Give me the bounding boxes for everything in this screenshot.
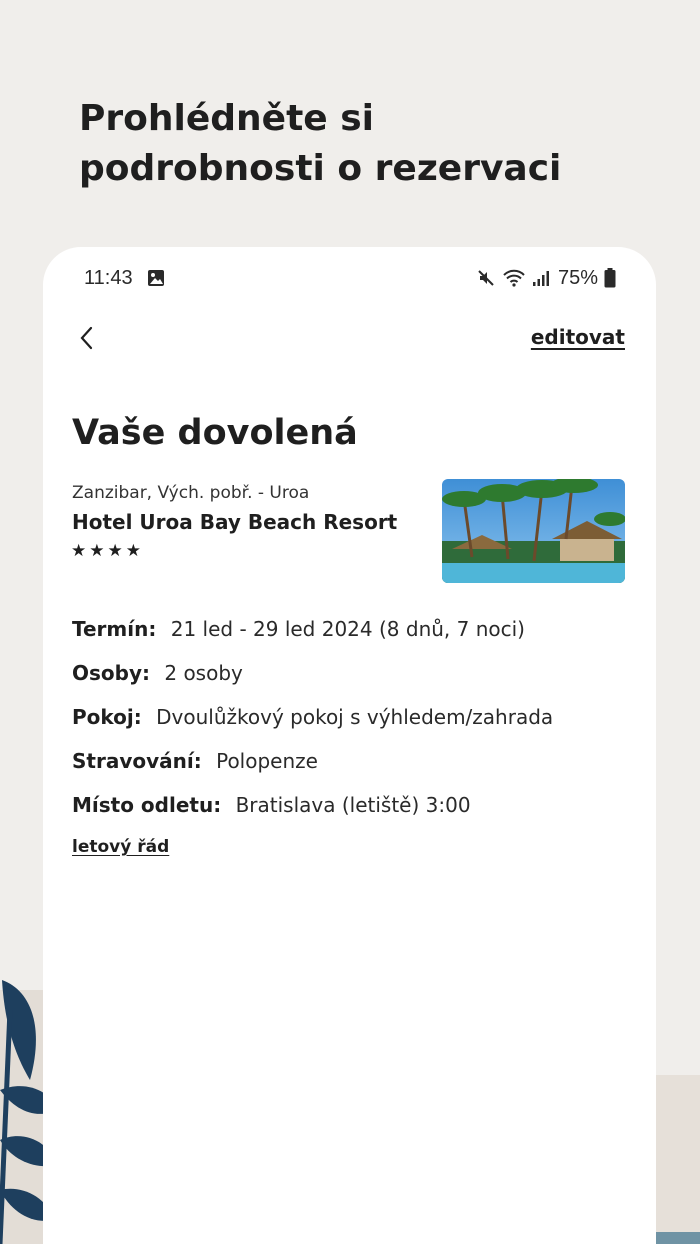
booking-details: Termín: 21 led - 29 led 2024 (8 dnů, 7 n… (72, 617, 632, 837)
detail-persons-value: 2 osoby (164, 661, 243, 685)
detail-term: Termín: 21 led - 29 led 2024 (8 dnů, 7 n… (72, 617, 632, 661)
image-icon (148, 270, 164, 286)
section-title: Vaše dovolená (72, 413, 358, 453)
flight-schedule-link[interactable]: letový řád (72, 837, 169, 857)
hotel-photo (442, 479, 625, 583)
detail-board-label: Stravování: (72, 749, 202, 773)
detail-room-value: Dvoulůžkový pokoj s výhledem/zahrada (156, 705, 554, 729)
detail-term-label: Termín: (72, 617, 157, 641)
detail-room-label: Pokoj: (72, 705, 142, 729)
detail-persons: Osoby: 2 osoby (72, 661, 632, 705)
promo-title: Prohlédněte si podrobnosti o rezervaci (79, 94, 639, 194)
detail-persons-label: Osoby: (72, 661, 150, 685)
status-icons: 75% (476, 266, 616, 290)
hotel-stars: ★★★★ (71, 541, 144, 561)
hotel-name: Hotel Uroa Bay Beach Resort (72, 510, 398, 534)
promo-title-line-1: Prohlédněte si (79, 98, 374, 139)
mute-icon (478, 270, 494, 286)
detail-board: Stravování: Polopenze (72, 749, 632, 793)
battery-icon (604, 268, 616, 288)
wifi-icon (503, 269, 525, 287)
edit-link[interactable]: editovat (531, 325, 625, 349)
battery-percent: 75% (557, 266, 598, 289)
detail-room: Pokoj: Dvoulůžkový pokoj s výhledem/zahr… (72, 705, 632, 749)
promo-title-line-2: podrobnosti o rezervaci (79, 148, 562, 189)
signal-icon (532, 271, 549, 286)
back-button[interactable] (71, 323, 101, 353)
chevron-left-icon (80, 326, 93, 350)
detail-departure-label: Místo odletu: (72, 793, 222, 817)
status-bar: 11:43 75% (43, 247, 656, 307)
hotel-location: Zanzibar, Vých. pobř. - Uroa (72, 483, 310, 503)
detail-departure: Místo odletu: Bratislava (letiště) 3:00 (72, 793, 632, 837)
detail-board-value: Polopenze (216, 749, 318, 773)
detail-departure-value: Bratislava (letiště) 3:00 (235, 793, 471, 817)
status-time: 11:43 (84, 267, 133, 289)
phone-screen: 11:43 75% editovat Vaše dovolená Zanziba… (43, 247, 656, 1244)
detail-term-value: 21 led - 29 led 2024 (8 dnů, 7 noci) (170, 617, 525, 641)
